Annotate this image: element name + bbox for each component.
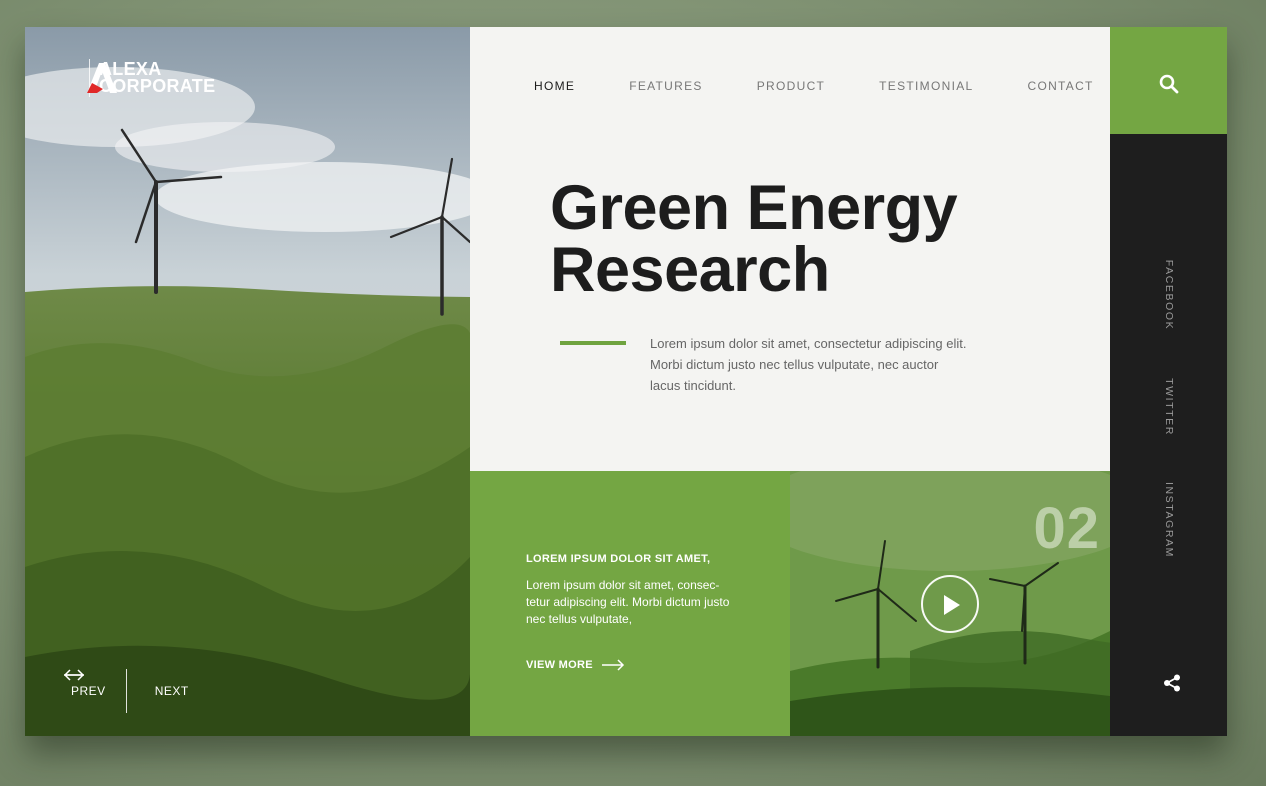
video-thumbnail: 02 [790,471,1110,736]
arrow-right-icon [601,659,624,671]
social-link-instagram[interactable]: INSTAGRAM [1163,482,1175,558]
prev-button[interactable]: PREV [63,669,106,698]
play-button[interactable] [921,575,979,633]
next-button[interactable]: NEXT [64,669,203,698]
hero-content: HOME FEATURES PRODUCT TESTIMONIAL CONTAC… [470,27,1110,471]
social-sidebar: FACEBOOK TWITTER INSTAGRAM [1110,134,1227,736]
logo-icon [87,63,117,93]
page-title: Green Energy Research [550,173,958,305]
pager-divider [125,669,127,713]
slide-number: 02 [1033,496,1100,561]
accent-divider [560,341,626,345]
slide-pager: PREV NEXT [63,669,203,713]
nav-item-product[interactable]: PRODUCT [757,79,825,93]
nav-item-testimonial[interactable]: TESTIMONIAL [879,79,973,93]
intro-text: Lorem ipsum dolor sit amet, consectetur … [650,336,967,393]
brand-logo[interactable]: ALEXA CORPORATE [83,59,215,97]
share-icon[interactable] [1163,674,1181,692]
card-body: Lorem ipsum dolor sit amet, consec-tetur… [526,578,730,626]
play-icon [944,595,960,615]
social-link-twitter[interactable]: TWITTER [1163,378,1175,436]
card-title: LOREM IPSUM DOLOR SIT AMET, [526,553,711,565]
title-line-1: Green Energy [550,173,958,243]
search-icon [1159,74,1179,94]
feature-card: LOREM IPSUM DOLOR SIT AMET, Lorem ipsum … [470,471,790,736]
nav-item-home[interactable]: HOME [534,79,575,93]
landing-page: ALEXA CORPORATE PREV NEXT HOME FEATURES … [25,27,1227,736]
hero-photo: ALEXA CORPORATE PREV NEXT [25,27,470,736]
nav-item-contact[interactable]: CONTACT [1027,79,1093,93]
next-label: NEXT [154,684,189,698]
search-button[interactable] [1110,27,1227,134]
arrow-right-icon [64,669,85,681]
nav-item-features[interactable]: FEATURES [629,79,703,93]
social-link-facebook[interactable]: FACEBOOK [1163,260,1175,331]
view-more-link[interactable]: VIEW MORE [526,659,625,671]
wind-farm-landscape [25,27,470,736]
main-nav: HOME FEATURES PRODUCT TESTIMONIAL CONTAC… [534,79,1094,93]
title-line-2: Research [550,235,830,305]
view-more-label: VIEW MORE [526,659,593,671]
prev-label: PREV [71,684,106,698]
